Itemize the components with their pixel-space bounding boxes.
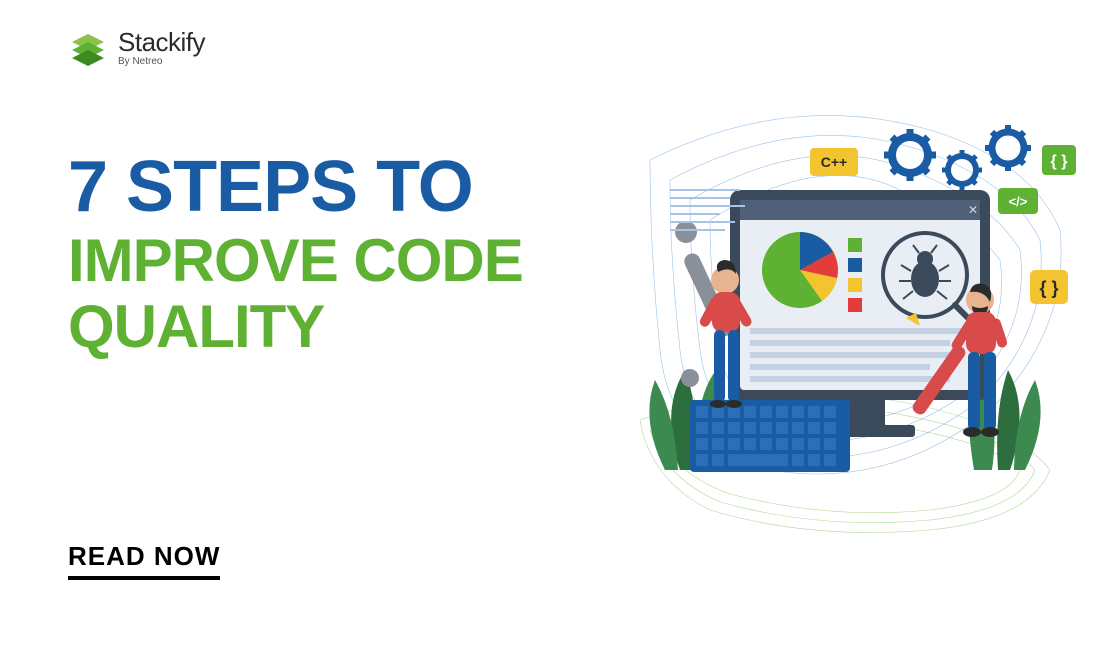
close-icon: ✕ — [968, 203, 978, 217]
read-now-link[interactable]: READ NOW — [68, 541, 220, 580]
logo-brand-name: Stackify — [118, 29, 205, 55]
braces-badge-2: { } — [1030, 270, 1068, 304]
pie-chart-icon — [762, 232, 838, 308]
hero-illustration: ✕ — [610, 70, 1080, 570]
svg-text:C++: C++ — [821, 154, 847, 170]
braces-badge-1: { } — [1042, 145, 1076, 175]
headline-line1: 7 STEPS TO — [68, 150, 628, 226]
svg-text:{ }: { } — [1051, 153, 1068, 170]
cpp-badge: C++ — [810, 148, 858, 176]
logo-byline: By Netreo — [118, 57, 205, 67]
logo-text-group: Stackify By Netreo — [118, 29, 205, 67]
svg-text:</>: </> — [1009, 194, 1028, 209]
keyboard-icon — [690, 400, 850, 472]
gear-icon — [884, 125, 1031, 190]
stackify-logo-icon — [68, 28, 108, 68]
brand-logo: Stackify By Netreo — [68, 28, 205, 68]
code-badge: </> — [998, 188, 1038, 214]
headline-line2: IMPROVE CODE QUALITY — [68, 228, 628, 360]
monitor-icon: ✕ — [730, 190, 990, 437]
headline: 7 STEPS TO IMPROVE CODE QUALITY — [68, 150, 628, 360]
svg-text:{ }: { } — [1039, 278, 1058, 298]
